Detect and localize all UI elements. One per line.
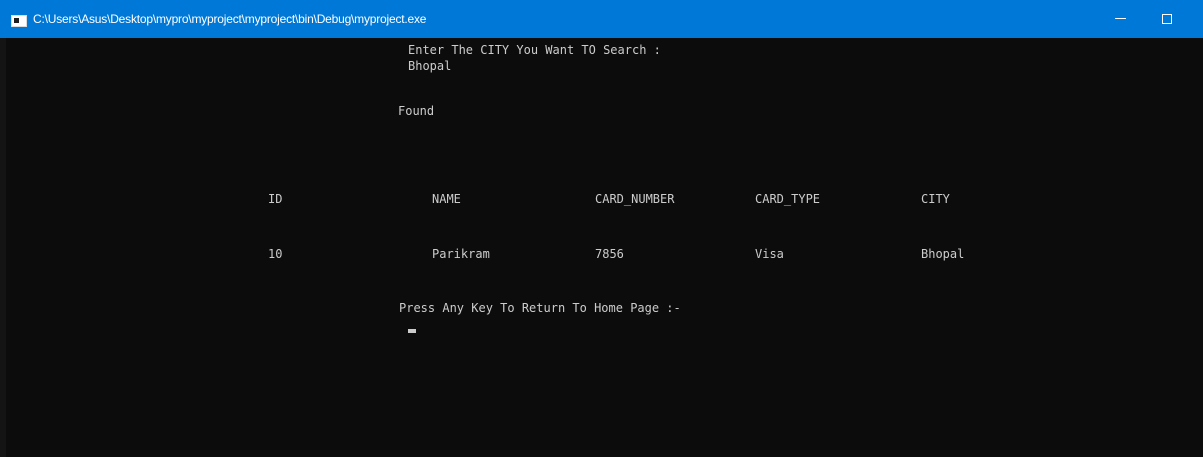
table-cell-card-type: Visa [755,247,784,261]
table-cell-name: Parikram [432,247,490,261]
text-cursor [408,329,416,333]
table-header-city: CITY [921,192,950,206]
return-home-prompt: Press Any Key To Return To Home Page :- [399,301,681,315]
table-header-card-type: CARD_TYPE [755,192,821,206]
table-header-name: NAME [432,192,461,206]
title-bar[interactable]: C:\Users\Asus\Desktop\mypro\myproject\my… [0,0,1203,38]
window-title: C:\Users\Asus\Desktop\mypro\myproject\my… [33,12,427,26]
search-input-echo: Bhopal [408,59,452,73]
minimize-button[interactable] [1098,0,1144,38]
table-cell-city: Bhopal [921,247,965,261]
search-prompt: Enter The CITY You Want TO Search : [408,43,661,57]
table-cell-id: 10 [268,247,283,261]
table-header-card-number: CARD_NUMBER [595,192,675,206]
console-app-icon[interactable] [11,15,27,27]
table-cell-card-number: 7856 [595,247,624,261]
console-output[interactable]: Enter The CITY You Want TO Search : Bhop… [6,38,1203,457]
maximize-button[interactable] [1144,0,1190,38]
table-header-id: ID [268,192,283,206]
console-window: C:\Users\Asus\Desktop\mypro\myproject\my… [0,0,1203,457]
search-status: Found [398,104,435,118]
